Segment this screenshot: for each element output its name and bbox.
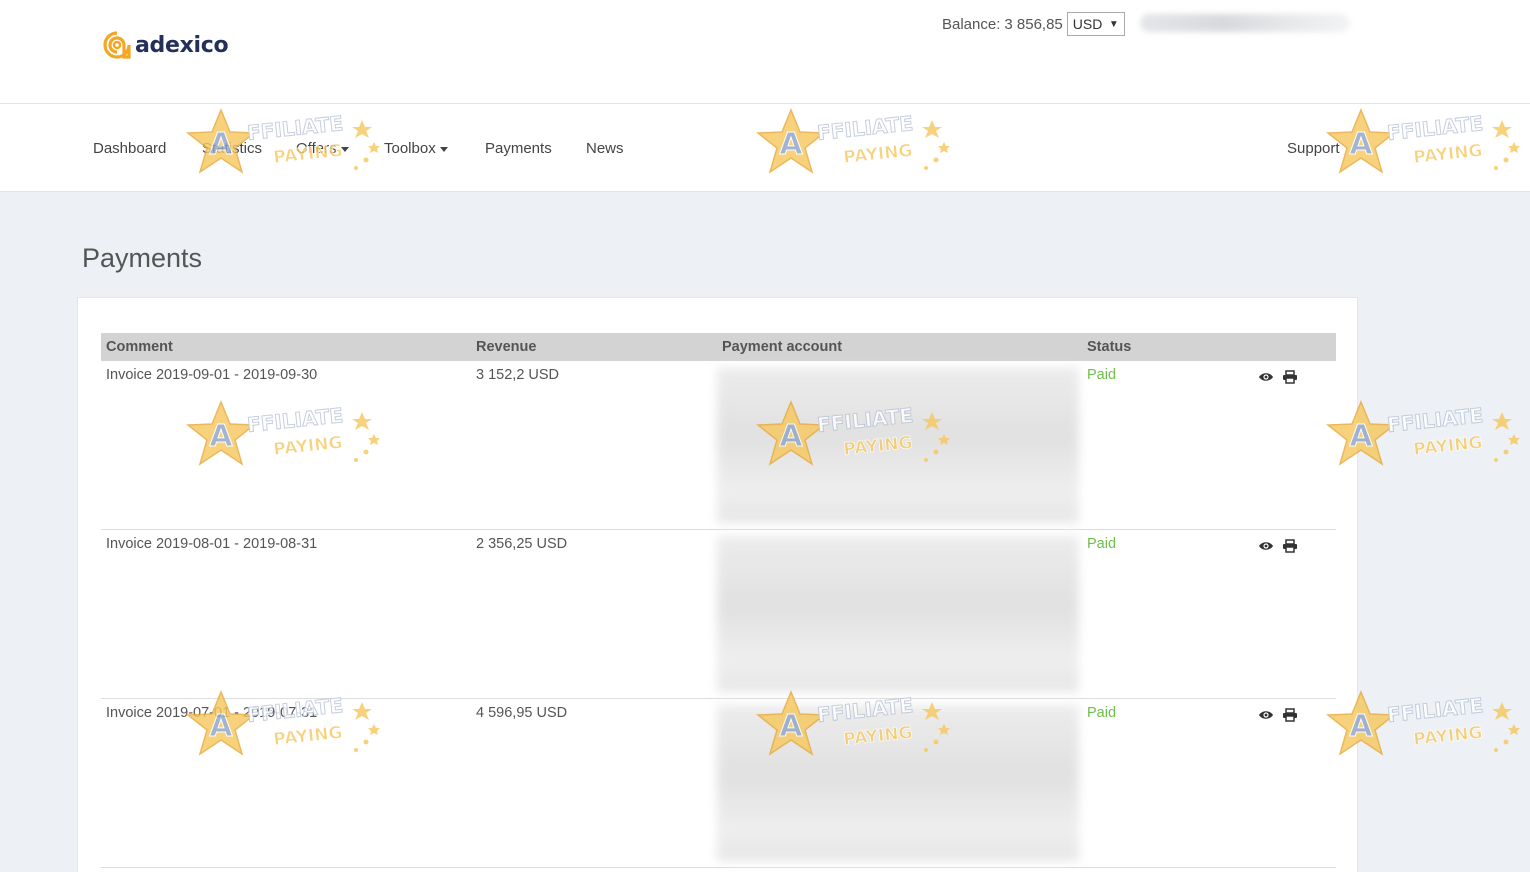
row-actions [1258,370,1298,384]
print-icon[interactable] [1282,708,1298,722]
nav-payments[interactable]: Payments [485,140,552,157]
nav-toolbox-label: Toolbox [384,140,436,157]
table-row: Invoice 2019-07-01 - 2019-07-31 4 596,95… [101,699,1336,868]
balance: Balance: 3 856,85 USD ▼ [942,12,1125,36]
nav-dashboard[interactable]: Dashboard [93,140,166,157]
chevron-down-icon: ▼ [1108,18,1119,30]
view-eye-icon[interactable] [1258,539,1274,553]
caret-down-icon [340,146,349,152]
col-revenue: Revenue [476,339,537,355]
comment-cell: Invoice 2019-07-01 - 2019-07-31 [106,705,318,721]
table-row: Invoice 2019-09-01 - 2019-09-30 3 152,2 … [101,361,1336,530]
svg-text:PAYING: PAYING [1412,723,1483,750]
svg-text:PAYING: PAYING [1412,433,1483,460]
top-header: adexico Balance: 3 856,85 USD ▼ [0,0,1530,104]
print-icon[interactable] [1282,370,1298,384]
user-account-blurred[interactable] [1140,14,1350,32]
page-title: Payments [82,243,203,273]
payment-account-blurred [717,536,1079,692]
revenue-cell: 3 152,2 USD [476,367,560,383]
balance-label: Balance: [942,15,1001,33]
nav-offers-label: Offers [296,140,337,157]
status-badge: Paid [1087,705,1117,721]
logo[interactable]: adexico [102,30,229,60]
print-icon[interactable] [1282,539,1298,553]
status-badge: Paid [1087,536,1117,552]
main-nav: Dashboard Statistics Offers Toolbox Paym… [0,104,1530,192]
revenue-cell: 2 356,25 USD [476,536,568,552]
svg-text:FFILIATE: FFILIATE [1386,403,1484,437]
balance-value: 3 856,85 [1004,15,1063,33]
revenue-cell: 4 596,95 USD [476,705,568,721]
col-payment-account: Payment account [722,339,843,355]
col-comment: Comment [106,339,173,355]
row-actions [1258,539,1298,553]
table-header: Comment Revenue Payment account Status [101,333,1336,361]
row-actions [1258,708,1298,722]
logo-text: adexico [135,32,229,58]
currency-value: USD [1072,16,1103,32]
payment-account-blurred [717,705,1079,861]
nav-statistics[interactable]: Statistics [202,140,262,157]
nav-news[interactable]: News [586,140,624,157]
logo-icon [103,31,131,59]
currency-select[interactable]: USD ▼ [1066,12,1125,36]
payments-card: Comment Revenue Payment account Status I… [77,297,1358,872]
comment-cell: Invoice 2019-09-01 - 2019-09-30 [106,367,318,383]
nav-offers[interactable]: Offers [296,140,349,157]
col-status: Status [1087,339,1132,355]
caret-down-icon [439,146,448,152]
comment-cell: Invoice 2019-08-01 - 2019-08-31 [106,536,318,552]
table-row: Invoice 2019-08-01 - 2019-08-31 2 356,25… [101,530,1336,699]
payment-account-blurred [717,367,1079,523]
view-eye-icon[interactable] [1258,370,1274,384]
nav-support[interactable]: Support [1287,140,1340,157]
svg-text:FFILIATE: FFILIATE [1386,693,1484,727]
status-badge: Paid [1087,367,1117,383]
view-eye-icon[interactable] [1258,708,1274,722]
nav-toolbox[interactable]: Toolbox [384,140,448,157]
